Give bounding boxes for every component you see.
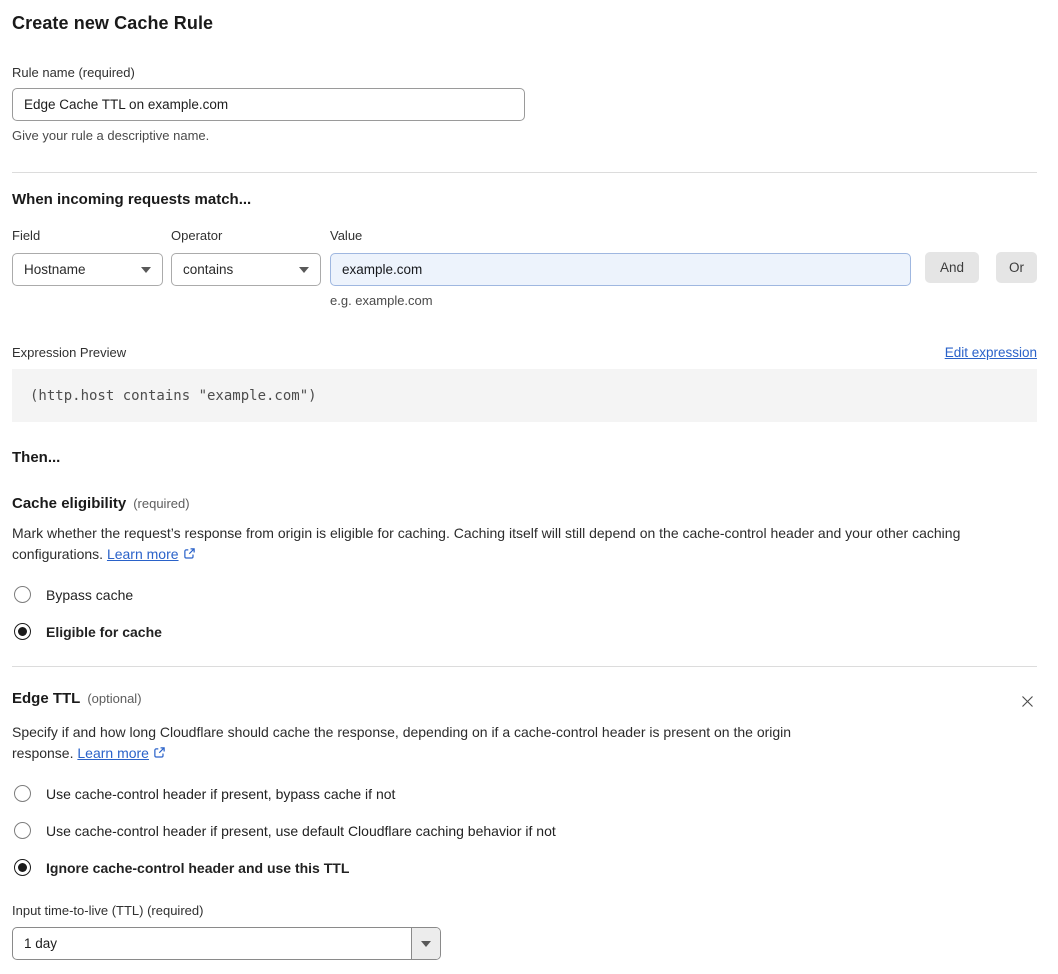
edge-ttl-description: Specify if and how long Cloudflare shoul… — [12, 722, 852, 765]
and-button[interactable]: And — [924, 252, 979, 283]
operator-select[interactable]: contains — [171, 253, 321, 286]
chevron-down-icon — [299, 266, 309, 273]
expression-preview-label: Expression Preview — [12, 345, 127, 360]
chevron-down-icon — [421, 940, 431, 947]
then-heading: Then... — [12, 449, 61, 466]
page-title: Create new Cache Rule — [12, 13, 214, 33]
radio-use-header-bypass[interactable]: Use cache-control header if present, byp… — [14, 785, 1037, 802]
ttl-select-value: 1 day — [24, 936, 58, 951]
radio-label: Use cache-control header if present, byp… — [46, 785, 396, 802]
rule-name-help: Give your rule a descriptive name. — [12, 128, 210, 143]
value-label: Value — [330, 228, 363, 243]
radio-icon — [14, 623, 31, 640]
expression-code: (http.host contains "example.com") — [30, 387, 317, 404]
edge-ttl-title: Edge TTL — [12, 690, 81, 707]
cache-eligibility-qualifier: (required) — [133, 496, 190, 511]
close-edge-ttl-button[interactable] — [1018, 692, 1037, 711]
divider — [12, 172, 1037, 173]
value-input[interactable] — [330, 253, 911, 286]
expression-builder-row: Field Hostname Operator contains Value e… — [12, 228, 1037, 308]
divider — [12, 666, 1037, 667]
cache-eligibility-description: Mark whether the request’s response from… — [12, 523, 1037, 566]
rule-name-label: Rule name (required) — [12, 65, 135, 80]
radio-bypass-cache[interactable]: Bypass cache — [14, 586, 1037, 603]
radio-icon — [14, 859, 31, 876]
radio-icon — [14, 822, 31, 839]
ttl-label: Input time-to-live (TTL) (required) — [12, 903, 204, 918]
ttl-dropdown-button[interactable] — [411, 928, 440, 959]
radio-icon — [14, 586, 31, 603]
radio-icon — [14, 785, 31, 802]
radio-use-header-default[interactable]: Use cache-control header if present, use… — [14, 822, 1037, 839]
match-heading: When incoming requests match... — [12, 191, 252, 208]
chevron-down-icon — [141, 266, 151, 273]
close-icon — [1020, 696, 1035, 712]
learn-more-link[interactable]: Learn more — [107, 546, 179, 562]
radio-ignore-header-use-ttl[interactable]: Ignore cache-control header and use this… — [14, 859, 1037, 876]
operator-select-value: contains — [183, 262, 234, 277]
create-cache-rule-page: Create new Cache Rule Rule name (require… — [0, 0, 1058, 974]
rule-name-input[interactable] — [12, 88, 525, 121]
field-select-value: Hostname — [24, 262, 86, 277]
andor-button-group: And Or — [924, 228, 1037, 308]
expression-code-block: (http.host contains "example.com") — [12, 369, 1037, 422]
value-help: e.g. example.com — [330, 293, 433, 308]
radio-eligible-for-cache[interactable]: Eligible for cache — [14, 623, 1037, 640]
edge-ttl-qualifier: (optional) — [87, 691, 142, 706]
radio-label: Ignore cache-control header and use this… — [46, 859, 350, 876]
cache-eligibility-title: Cache eligibility — [12, 495, 127, 512]
external-link-icon — [153, 744, 166, 765]
radio-label: Use cache-control header if present, use… — [46, 822, 556, 839]
learn-more-link[interactable]: Learn more — [77, 745, 149, 761]
field-label: Field — [12, 228, 41, 243]
external-link-icon — [183, 545, 196, 566]
radio-label: Eligible for cache — [46, 623, 162, 640]
operator-label: Operator — [171, 228, 223, 243]
field-select[interactable]: Hostname — [12, 253, 163, 286]
ttl-select[interactable]: 1 day — [12, 927, 441, 960]
edit-expression-link[interactable]: Edit expression — [945, 345, 1037, 360]
or-button[interactable]: Or — [996, 252, 1037, 283]
radio-label: Bypass cache — [46, 586, 134, 603]
